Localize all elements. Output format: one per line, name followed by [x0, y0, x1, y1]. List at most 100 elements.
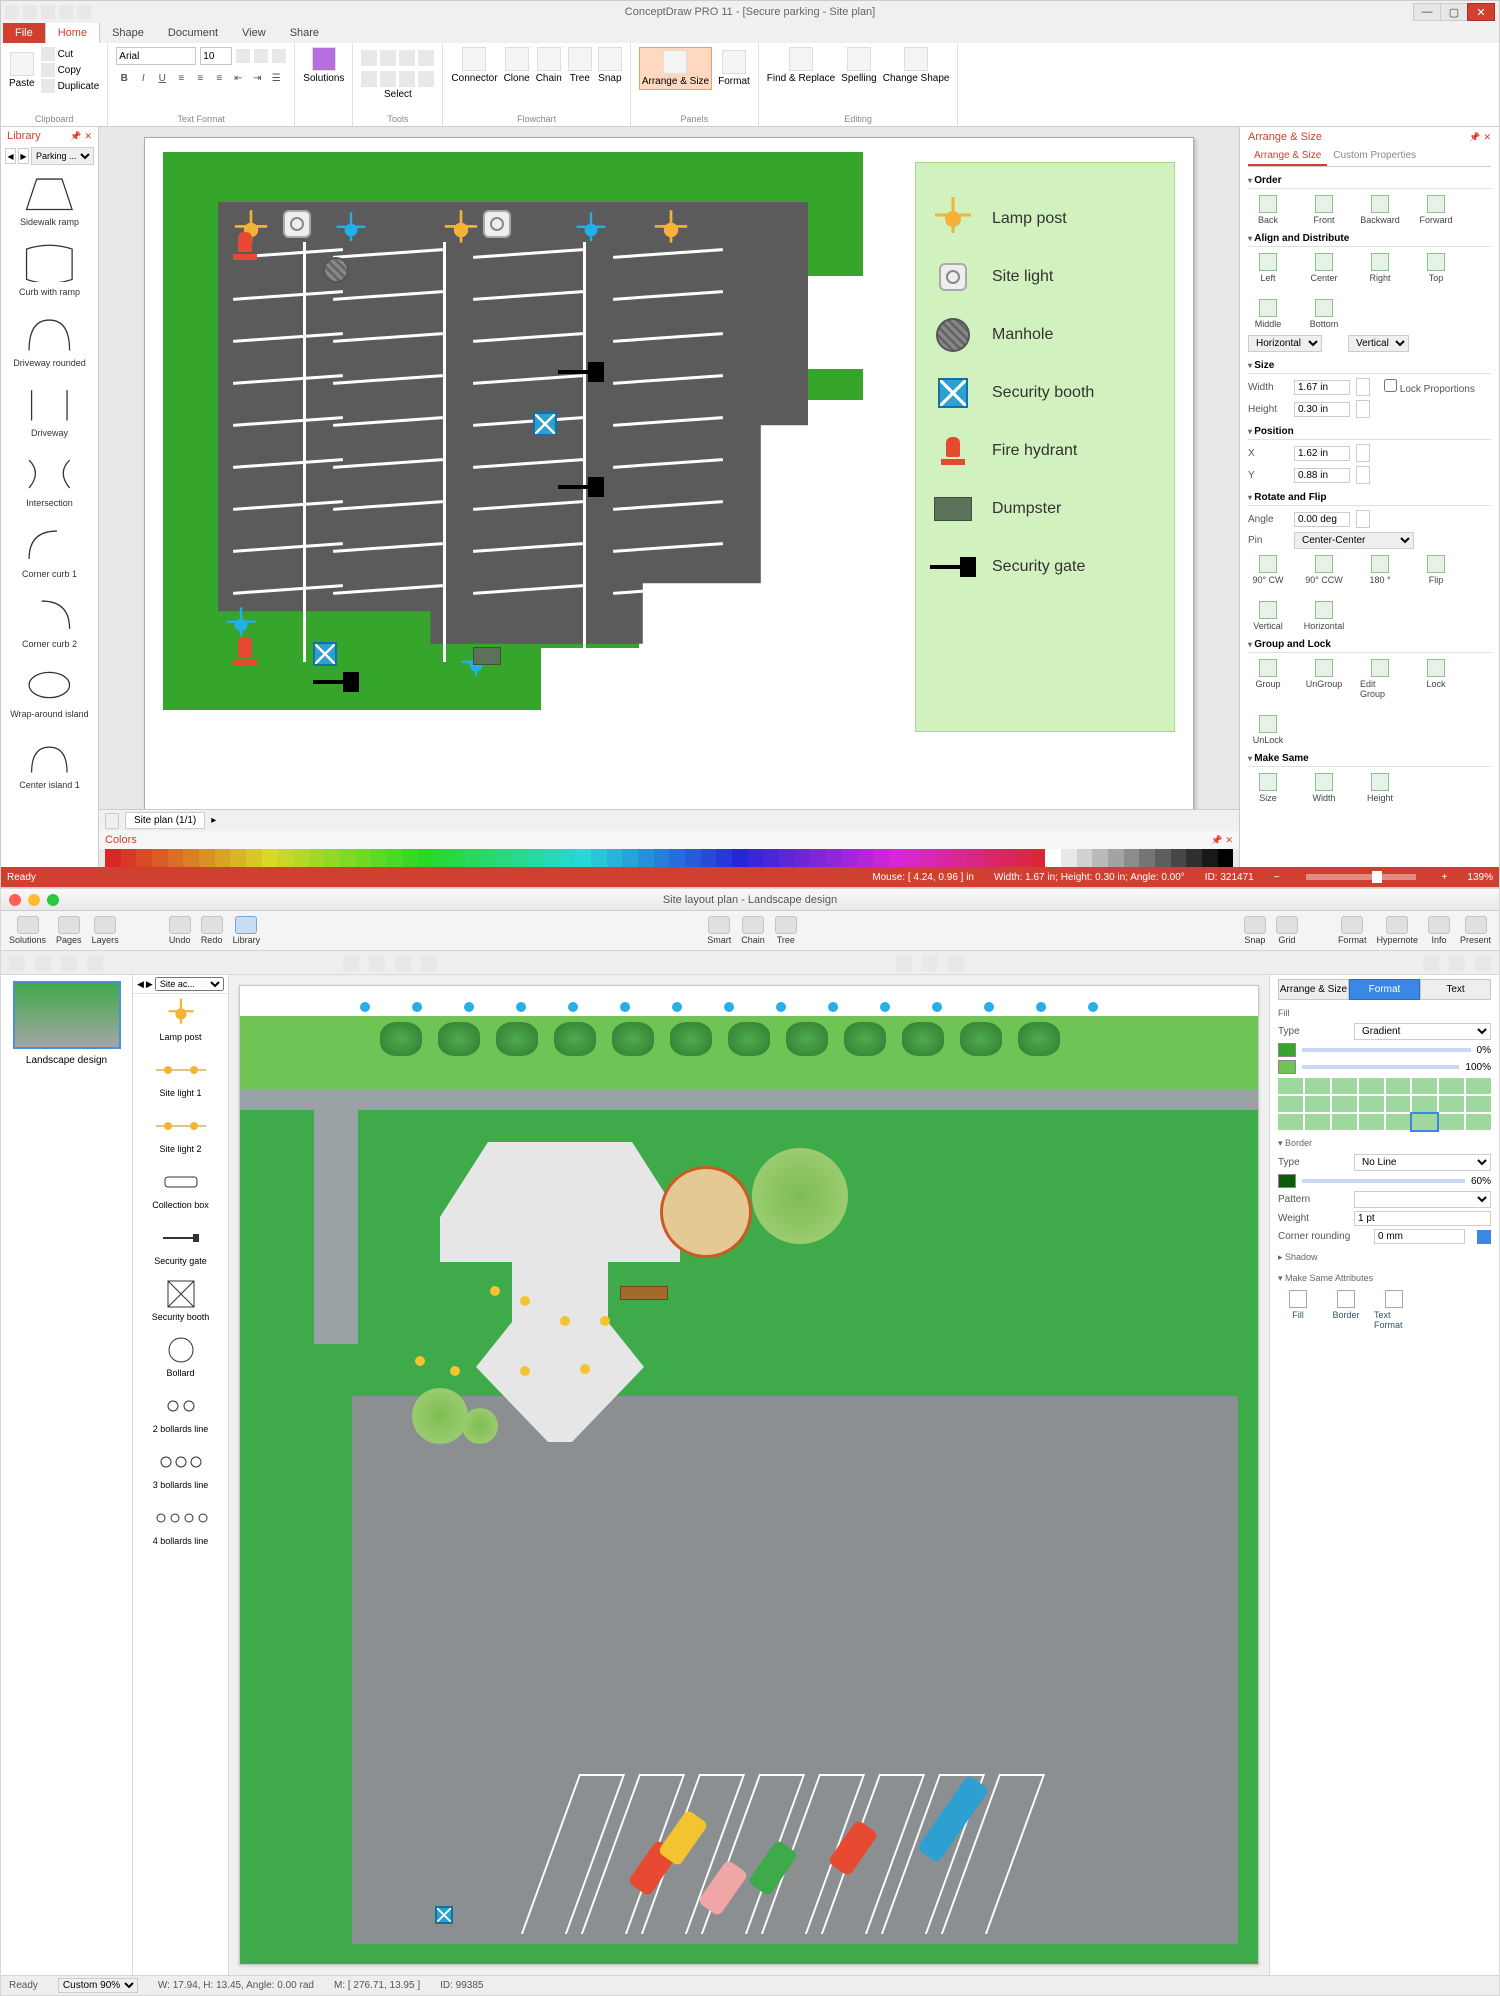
close-icon[interactable]: ✕ — [1483, 132, 1491, 142]
zoom-in-button[interactable]: + — [1442, 872, 1448, 883]
angle-input[interactable] — [1294, 512, 1350, 527]
paste-button[interactable]: Paste — [9, 52, 35, 89]
zoom-tool-icon[interactable] — [896, 955, 912, 971]
lib-item[interactable]: Corner curb 2 — [1, 589, 98, 659]
canvas[interactable] — [239, 985, 1259, 1965]
first-page-button[interactable] — [105, 813, 119, 829]
close-icon[interactable] — [9, 894, 21, 906]
pages-button[interactable]: Pages — [56, 916, 82, 945]
tool-icon[interactable] — [399, 50, 415, 66]
pin-icon[interactable]: 📌 — [1211, 835, 1222, 845]
format-button[interactable]: Format — [1338, 916, 1367, 945]
border-color-swatch[interactable] — [1278, 1174, 1296, 1188]
tab-view[interactable]: View — [230, 23, 278, 43]
maximize-icon[interactable]: ▢ — [1440, 3, 1468, 21]
zoom-icon[interactable] — [47, 894, 59, 906]
color-swatch[interactable] — [371, 849, 387, 867]
lib-item[interactable]: Site light 1 — [133, 1050, 228, 1106]
color-swatch[interactable] — [779, 849, 795, 867]
snap-button[interactable]: Snap — [1244, 916, 1266, 945]
color-swatch[interactable] — [1155, 849, 1171, 867]
lib-item[interactable]: Driveway rounded — [1, 308, 98, 378]
forward-button[interactable]: Forward — [1416, 195, 1456, 225]
align-right-button[interactable]: Right — [1360, 253, 1400, 283]
font-name-input[interactable] — [116, 47, 196, 65]
library-selector[interactable]: Parking ... — [31, 147, 94, 165]
align-bottom-button[interactable]: Bottom — [1304, 299, 1344, 329]
pointer-tool-icon[interactable] — [9, 955, 25, 971]
connector-tool-icon[interactable] — [1449, 955, 1465, 971]
align-center-button[interactable]: Center — [1304, 253, 1344, 283]
tool-icon[interactable] — [61, 955, 77, 971]
color-swatch[interactable] — [732, 849, 748, 867]
color-swatch[interactable] — [168, 849, 184, 867]
canvas[interactable]: /* lines generated below for terseness v… — [99, 127, 1239, 809]
tool-icon[interactable] — [361, 71, 377, 87]
corner-input[interactable] — [1374, 1229, 1465, 1244]
distribute-v-select[interactable]: Vertical — [1348, 335, 1409, 352]
section-position[interactable]: Position — [1248, 424, 1491, 440]
library-selector[interactable]: Site ac... — [155, 977, 224, 991]
color-swatch[interactable] — [497, 849, 513, 867]
horizontal-scrollbar[interactable] — [232, 814, 1233, 828]
section-fill[interactable]: Fill — [1278, 1006, 1491, 1020]
subtab-arrange[interactable]: Arrange & Size — [1248, 147, 1327, 166]
page-tab[interactable]: Site plan (1/1) — [125, 812, 205, 829]
distribute-h-select[interactable]: Horizontal — [1248, 335, 1322, 352]
spinner[interactable] — [1356, 466, 1370, 484]
prev-library-button[interactable]: ◀ — [5, 148, 16, 164]
color-swatch[interactable] — [1186, 849, 1202, 867]
section-border[interactable]: ▾ Border — [1278, 1136, 1491, 1151]
color-swatch[interactable] — [951, 849, 967, 867]
clone-button[interactable]: Clone — [504, 47, 530, 84]
rotate-ccw-button[interactable]: 90° CCW — [1304, 555, 1344, 585]
color-swatch[interactable] — [669, 849, 685, 867]
grid-button[interactable]: Grid — [1276, 916, 1298, 945]
x-input[interactable] — [1294, 446, 1350, 461]
flip-h-button[interactable]: Horizontal — [1304, 601, 1344, 631]
hypernote-button[interactable]: Hypernote — [1376, 916, 1418, 945]
color-swatch[interactable] — [920, 849, 936, 867]
front-button[interactable]: Front — [1304, 195, 1344, 225]
color-swatch[interactable] — [309, 849, 325, 867]
color-swatch[interactable] — [434, 849, 450, 867]
snap-button[interactable]: Snap — [598, 47, 622, 84]
tab-document[interactable]: Document — [156, 23, 230, 43]
lib-item[interactable]: Site light 2 — [133, 1106, 228, 1162]
color-swatch[interactable] — [1092, 849, 1108, 867]
color-swatch[interactable] — [763, 849, 779, 867]
gradient-slider[interactable] — [1302, 1065, 1459, 1069]
underline-button[interactable]: U — [154, 70, 170, 86]
tool-icon[interactable] — [87, 955, 103, 971]
color-swatch[interactable] — [1077, 849, 1093, 867]
spinner[interactable] — [1356, 378, 1370, 396]
solutions-button[interactable]: Solutions — [9, 916, 46, 945]
grow-font-icon[interactable] — [236, 49, 250, 63]
color-swatch[interactable] — [293, 849, 309, 867]
color-swatch[interactable] — [575, 849, 591, 867]
outdent-button[interactable]: ⇥ — [249, 70, 265, 86]
lib-item[interactable]: Lamp post — [133, 994, 228, 1050]
color-swatch[interactable] — [136, 849, 152, 867]
color-swatch[interactable] — [795, 849, 811, 867]
color-swatch[interactable] — [1045, 849, 1061, 867]
lib-item[interactable]: Security gate — [133, 1218, 228, 1274]
flip-v-button[interactable]: Vertical — [1248, 601, 1288, 631]
group-button[interactable]: Group — [1248, 659, 1288, 699]
minimize-icon[interactable] — [28, 894, 40, 906]
tab-shape[interactable]: Shape — [100, 23, 156, 43]
color-swatch[interactable] — [418, 849, 434, 867]
section-make-same-attributes[interactable]: ▾ Make Same Attributes — [1278, 1271, 1491, 1286]
color-swatch[interactable] — [152, 849, 168, 867]
color-swatch[interactable] — [246, 849, 262, 867]
minimize-icon[interactable]: — — [1413, 3, 1441, 21]
color-swatch[interactable] — [262, 849, 278, 867]
tab-text[interactable]: Text — [1420, 979, 1491, 1000]
align-right-button[interactable]: ≡ — [211, 70, 227, 86]
color-swatch[interactable] — [889, 849, 905, 867]
format-button[interactable]: Format — [718, 50, 750, 87]
chain-button[interactable]: Chain — [741, 916, 765, 945]
tool-icon[interactable] — [421, 955, 437, 971]
tool-icon[interactable] — [418, 50, 434, 66]
library-button[interactable]: Library — [233, 916, 261, 945]
